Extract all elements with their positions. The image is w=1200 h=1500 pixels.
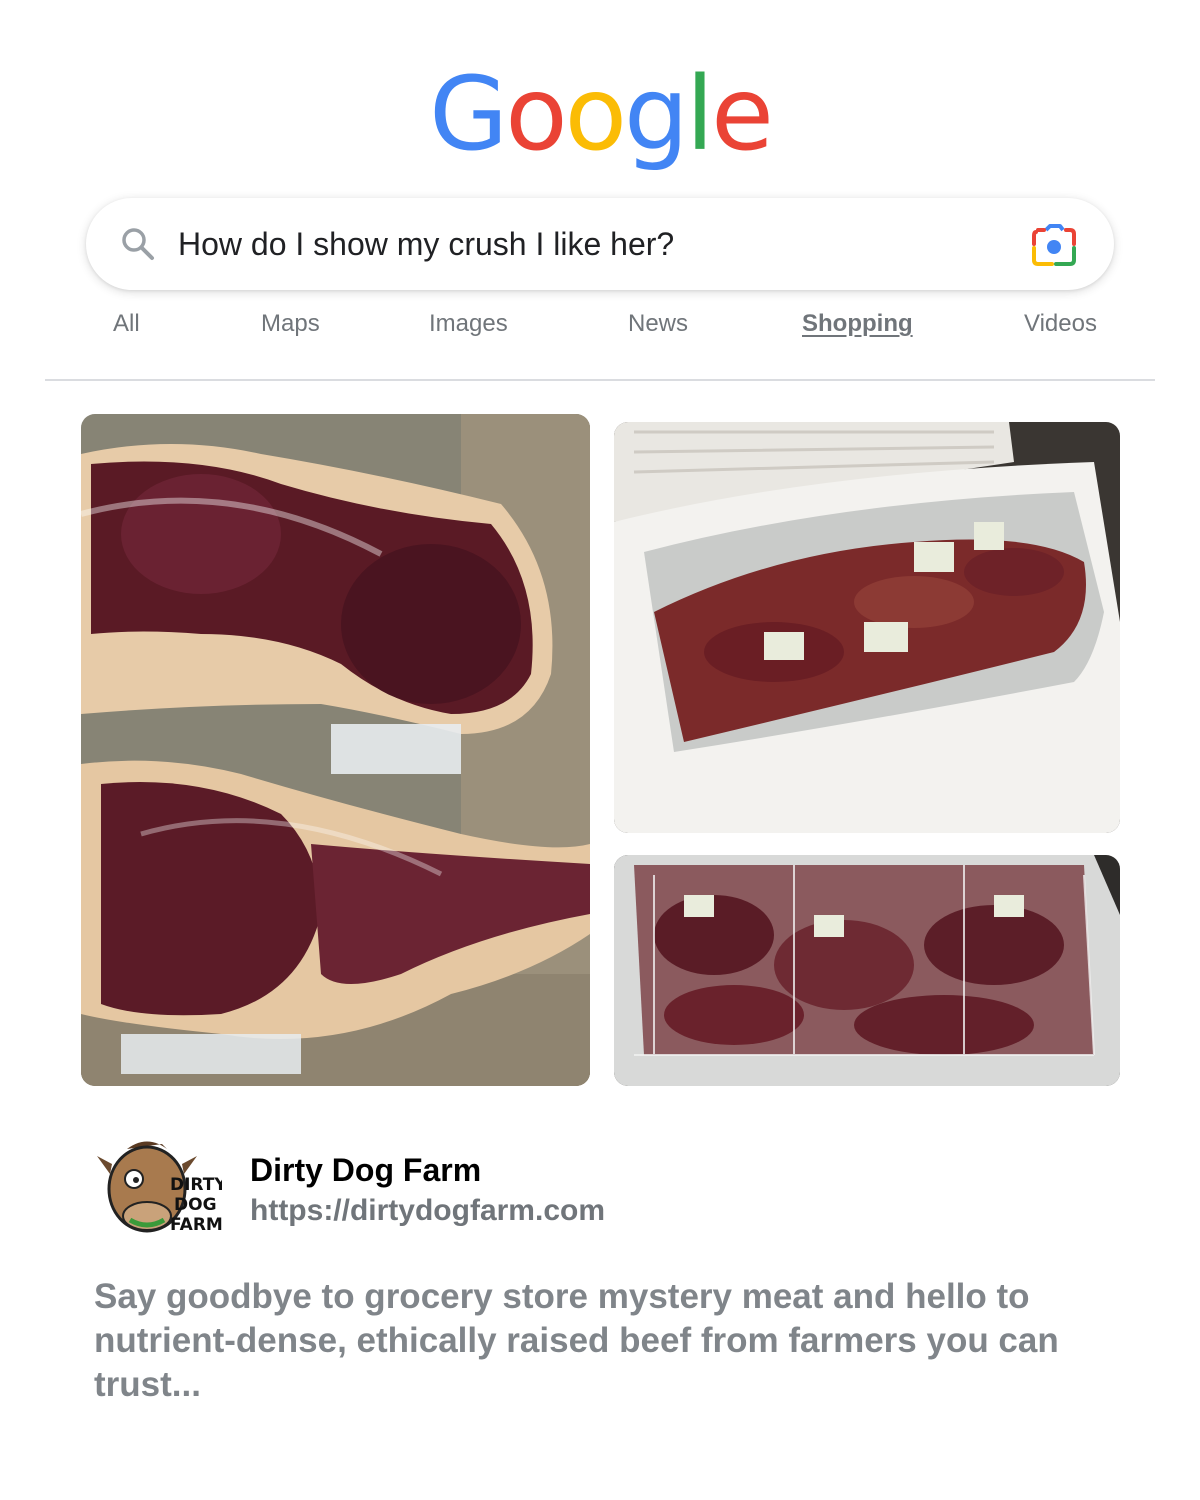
image-freezer-baskets[interactable] (614, 855, 1120, 1086)
logo-letter: o (564, 55, 627, 174)
image-tomahawk-steaks[interactable] (81, 414, 590, 1086)
logo-text-farm: FARM (170, 1215, 222, 1235)
logo-letter: e (711, 55, 774, 174)
search-input[interactable]: How do I show my crush I like her? (178, 198, 674, 290)
google-logo[interactable]: Google (0, 60, 1200, 180)
image-chest-freezer[interactable] (614, 422, 1120, 833)
result-snippet: Say goodbye to grocery store mystery mea… (94, 1277, 1059, 1404)
tab-videos[interactable]: Videos (1024, 310, 1097, 338)
logo-text-dirty: DIRTY (170, 1175, 222, 1195)
google-lens-icon[interactable] (1030, 224, 1078, 268)
tab-news[interactable]: News (628, 310, 688, 338)
search-tabs: All Maps Images News Shopping Videos (45, 310, 1155, 360)
result-url[interactable]: https://dirtydogfarm.com (250, 1194, 605, 1228)
logo-letter: l (685, 55, 714, 174)
logo-letter: o (505, 55, 567, 174)
tab-shopping[interactable]: Shopping (802, 310, 913, 338)
dirty-dog-farm-logo[interactable]: DIRTY DOG FARM (92, 1134, 227, 1244)
search-bar[interactable]: How do I show my crush I like her? (86, 198, 1114, 290)
search-icon[interactable] (120, 226, 156, 262)
tabs-divider (45, 379, 1155, 381)
logo-text-dog: DOG (174, 1195, 217, 1215)
logo-letter: G (429, 55, 508, 174)
logo-letter: g (624, 55, 689, 174)
tab-maps[interactable]: Maps (261, 310, 320, 338)
result-site-name[interactable]: Dirty Dog Farm (250, 1152, 481, 1189)
tab-images[interactable]: Images (429, 310, 508, 338)
tab-all[interactable]: All (113, 310, 140, 338)
